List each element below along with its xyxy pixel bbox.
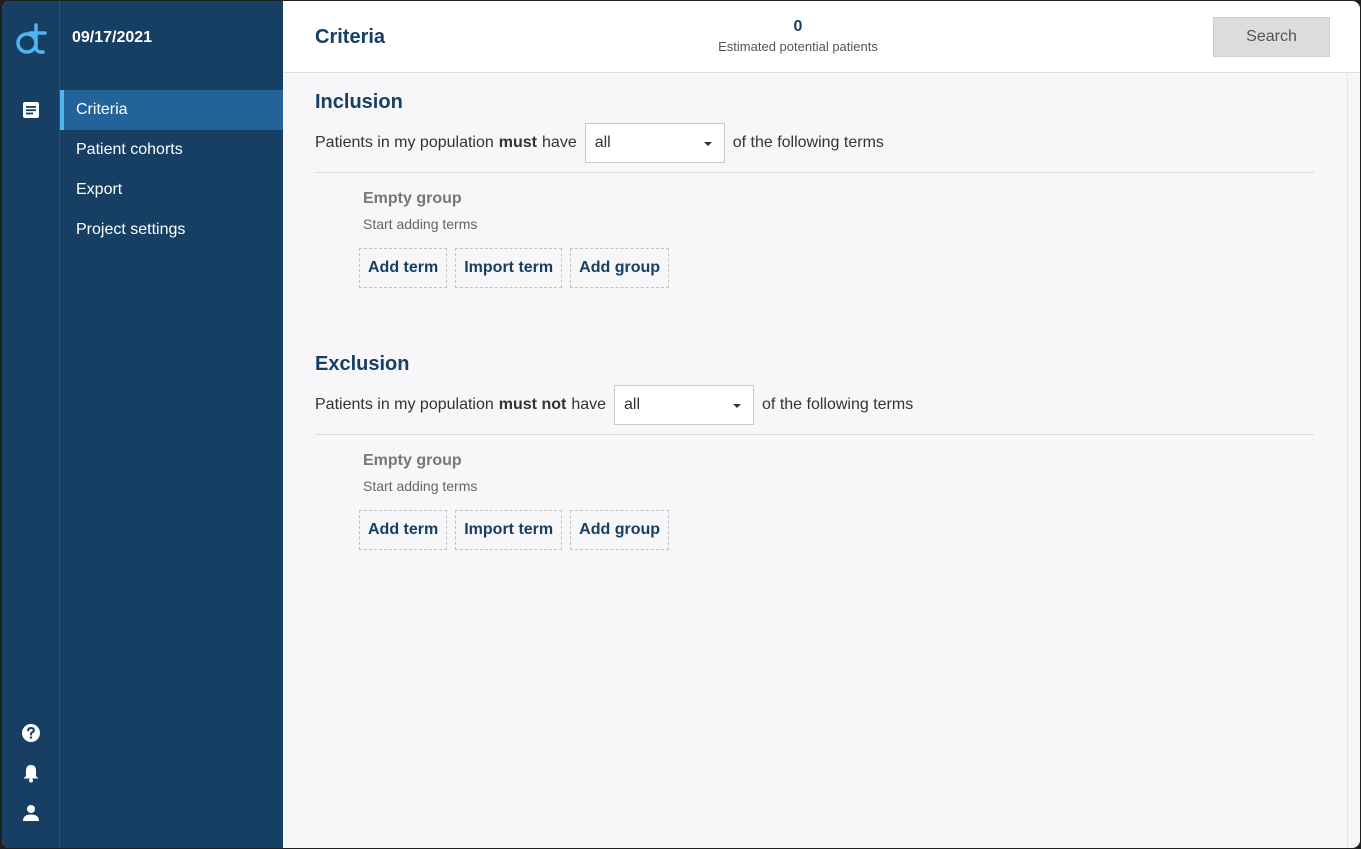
sidebar-item-export[interactable]: Export bbox=[60, 170, 283, 210]
add-group-button[interactable]: Add group bbox=[570, 248, 670, 288]
inclusion-suffix: of the following terms bbox=[732, 134, 884, 151]
main-content: Inclusion Patients in my population must… bbox=[283, 74, 1347, 848]
icon-rail bbox=[2, 1, 60, 848]
sidebar-menu: Criteria Patient cohorts Export Project … bbox=[60, 90, 283, 250]
group-subtitle: Start adding terms bbox=[363, 216, 478, 232]
document-icon[interactable] bbox=[21, 100, 41, 120]
group-actions: Add term Import term Add group bbox=[359, 510, 1314, 550]
inclusion-group: Empty group Start adding terms Add term … bbox=[359, 190, 1314, 288]
import-term-button[interactable]: Import term bbox=[455, 510, 563, 550]
group-title: Empty group bbox=[363, 190, 462, 207]
inclusion-select-value: all bbox=[594, 134, 611, 151]
caret-down-icon bbox=[733, 404, 742, 408]
exclusion-rule: Patients in my population must not have … bbox=[315, 385, 1314, 435]
sidebar-item-criteria[interactable]: Criteria bbox=[60, 90, 283, 130]
inclusion-match-select[interactable]: all bbox=[584, 123, 725, 163]
add-group-button[interactable]: Add group bbox=[570, 510, 670, 550]
add-term-button[interactable]: Add term bbox=[359, 510, 448, 550]
exclusion-prefix: Patients in my population bbox=[315, 396, 494, 413]
add-term-button[interactable]: Add term bbox=[359, 248, 448, 288]
inclusion-verb: have bbox=[542, 134, 577, 151]
exclusion-select-value: all bbox=[624, 396, 641, 413]
exclusion-suffix: of the following terms bbox=[762, 396, 914, 413]
app-window: 09/17/2021 Criteria Patient cohorts Expo… bbox=[2, 1, 1360, 848]
project-date: 09/17/2021 bbox=[72, 29, 153, 46]
exclusion-group: Empty group Start adding terms Add term … bbox=[359, 452, 1314, 550]
patient-count-label: Estimated potential patients bbox=[718, 39, 878, 54]
patient-estimate: 0 Estimated potential patients bbox=[283, 18, 1313, 54]
exclusion-title: Exclusion bbox=[315, 353, 410, 375]
group-subtitle: Start adding terms bbox=[363, 478, 478, 494]
sidebar: 09/17/2021 Criteria Patient cohorts Expo… bbox=[60, 1, 283, 848]
inclusion-rule: Patients in my population must have all … bbox=[315, 123, 1314, 173]
exclusion-match-select[interactable]: all bbox=[614, 385, 755, 425]
inclusion-title: Inclusion bbox=[315, 91, 403, 113]
import-term-button[interactable]: Import term bbox=[455, 248, 563, 288]
search-button[interactable]: Search bbox=[1213, 17, 1330, 57]
caret-down-icon bbox=[703, 142, 712, 146]
page-header: Criteria 0 Estimated potential patients … bbox=[283, 1, 1360, 73]
group-title: Empty group bbox=[363, 452, 462, 469]
sidebar-item-project-settings[interactable]: Project settings bbox=[60, 210, 283, 250]
exclusion-qualifier: must not bbox=[498, 396, 567, 413]
logo-icon[interactable] bbox=[13, 21, 49, 57]
user-icon[interactable] bbox=[21, 803, 41, 823]
exclusion-section: Exclusion Patients in my population must… bbox=[315, 353, 1314, 550]
scrollbar[interactable] bbox=[1347, 74, 1360, 848]
exclusion-verb: have bbox=[571, 396, 607, 413]
group-actions: Add term Import term Add group bbox=[359, 248, 1314, 288]
inclusion-prefix: Patients in my population bbox=[315, 134, 494, 151]
help-icon[interactable] bbox=[21, 723, 41, 743]
sidebar-item-patient-cohorts[interactable]: Patient cohorts bbox=[60, 130, 283, 170]
bell-icon[interactable] bbox=[21, 763, 41, 783]
patient-count: 0 bbox=[793, 18, 803, 35]
inclusion-section: Inclusion Patients in my population must… bbox=[315, 91, 1314, 288]
inclusion-qualifier: must bbox=[498, 134, 538, 151]
